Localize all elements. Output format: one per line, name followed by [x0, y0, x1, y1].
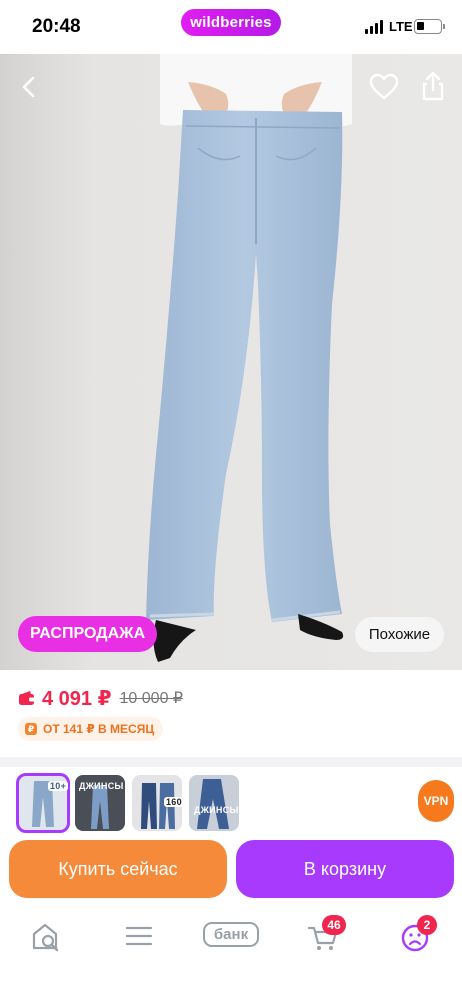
installment-text: ОТ 141 ₽ В МЕСЯЦ: [43, 722, 155, 736]
cart-count-badge: 46: [322, 915, 346, 935]
thumbnail-strip: 10+ ДЖИНСЫ 160+ ДЖИНСЫ: [0, 767, 462, 837]
thumbnail-label: 10+: [48, 781, 68, 791]
signal-icon: [365, 20, 384, 34]
thumbnail-3[interactable]: 160+: [132, 775, 182, 831]
sale-badge: РАСПРОДАЖА: [18, 616, 158, 652]
tab-cart[interactable]: 46: [305, 915, 349, 954]
tab-catalog[interactable]: [120, 918, 164, 954]
tab-profile[interactable]: 2: [397, 915, 441, 954]
installment-badge[interactable]: ₽ ОТ 141 ₽ В МЕСЯЦ: [18, 717, 164, 741]
status-time: 20:48: [32, 16, 81, 37]
battery-icon: [414, 19, 445, 34]
share-icon: [422, 71, 444, 101]
thumbnail-4[interactable]: ДЖИНСЫ: [189, 775, 239, 831]
wallet-icon: [19, 691, 36, 705]
chevron-left-icon: [22, 76, 35, 98]
back-button[interactable]: [14, 72, 44, 102]
brand-logo: wildberries: [181, 9, 281, 36]
vpn-button[interactable]: VPN: [418, 780, 454, 822]
thumbnail-2[interactable]: ДЖИНСЫ: [75, 775, 125, 831]
price-current: 4 091 ₽: [42, 687, 112, 710]
add-to-cart-button[interactable]: В корзину: [236, 840, 454, 898]
product-photo[interactable]: РАСПРОДАЖА Похожие: [0, 54, 462, 670]
share-button[interactable]: [419, 70, 447, 102]
heart-icon: [369, 73, 399, 100]
ruble-icon: ₽: [25, 723, 37, 735]
thumbnail-label: ДЖИНСЫ: [194, 805, 239, 815]
thumbnail-1[interactable]: 10+: [16, 773, 70, 833]
status-bar: 20:48 wildberries LTE: [0, 0, 462, 54]
thumbnail-label: ДЖИНСЫ: [79, 781, 124, 791]
bottom-tab-bar: банк 46 2: [0, 906, 462, 1000]
bank-label: банк: [203, 922, 259, 947]
section-divider: [0, 757, 462, 767]
home-search-icon: [32, 923, 59, 952]
price-row: 4 091 ₽ 10 000 ₽: [19, 685, 183, 711]
similar-button[interactable]: Похожие: [355, 617, 444, 652]
buy-now-button[interactable]: Купить сейчас: [9, 840, 227, 898]
thumbnail-label: 160+: [164, 797, 182, 807]
price-old: 10 000 ₽: [119, 690, 184, 707]
tab-home[interactable]: [28, 918, 72, 954]
favorite-button[interactable]: [368, 72, 400, 102]
network-label: LTE: [389, 19, 413, 34]
profile-count-badge: 2: [417, 915, 437, 935]
jeans-photo-illustration: [0, 54, 462, 670]
menu-icon: [125, 926, 153, 946]
tab-bank[interactable]: банк: [203, 918, 259, 954]
